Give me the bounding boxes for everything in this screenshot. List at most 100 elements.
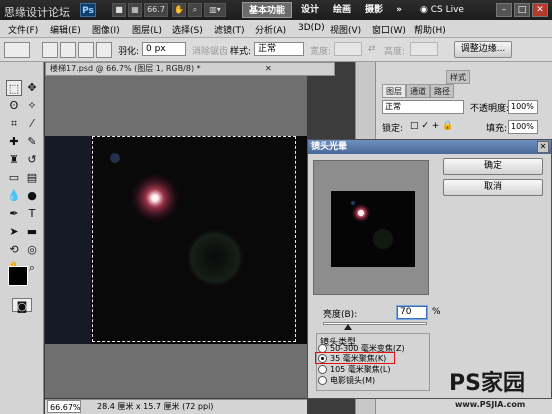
foreground-color-swatch[interactable] bbox=[8, 266, 28, 286]
dodge-tool-icon[interactable]: ● bbox=[24, 188, 40, 204]
rect-marquee-tool-icon[interactable]: ⬚ bbox=[6, 80, 22, 96]
menu-filter[interactable]: 滤镜(T) bbox=[214, 23, 245, 36]
feather-label: 羽化: bbox=[118, 47, 140, 57]
menu-view[interactable]: 视图(V) bbox=[330, 23, 361, 36]
zoom-level-display[interactable]: 66.7 bbox=[144, 3, 168, 17]
close-button[interactable]: ✕ bbox=[532, 3, 548, 17]
maximize-button[interactable]: □ bbox=[514, 3, 530, 17]
tab-channels[interactable]: 通道 bbox=[406, 84, 430, 98]
lock-label: 锁定: bbox=[382, 124, 404, 134]
close-document-icon[interactable]: ✕ bbox=[265, 63, 272, 75]
mini-bridge-icon[interactable]: ▦ bbox=[128, 3, 142, 17]
hand-tool-icon[interactable]: ✋ bbox=[172, 3, 186, 17]
swap-icon[interactable]: ⇄ bbox=[368, 44, 376, 54]
dialog-title: 镜头光晕 bbox=[308, 140, 551, 154]
pen-tool-icon[interactable]: ✒ bbox=[6, 206, 22, 222]
watermark-logo: PS家园 bbox=[449, 371, 525, 396]
lock-icons[interactable]: □ ✓ + 🔒 bbox=[410, 121, 453, 131]
tools-panel: ⬚ ✥ ʘ ✧ ⌗ ⁄ ✚ ✎ ♜ ↺ ▭ ▤ 💧 ● ✒ T ➤ ▬ ⟲ ◎ … bbox=[0, 62, 44, 414]
width-label: 宽度: bbox=[310, 47, 332, 57]
brightness-input[interactable]: 70 bbox=[396, 305, 428, 320]
workspace-paint-button[interactable]: 绘画 bbox=[328, 2, 356, 18]
gradient-tool-icon[interactable]: ▤ bbox=[24, 170, 40, 186]
subtract-selection-icon[interactable] bbox=[78, 42, 94, 58]
healing-brush-tool-icon[interactable]: ✚ bbox=[6, 134, 22, 150]
workspace-photo-button[interactable]: 摄影 bbox=[360, 2, 388, 18]
radio-icon[interactable] bbox=[318, 376, 327, 385]
refine-edge-button[interactable]: 调整边缘... bbox=[454, 41, 512, 58]
tab-paths[interactable]: 路径 bbox=[430, 84, 454, 98]
quick-select-tool-icon[interactable]: ✧ bbox=[24, 98, 40, 114]
menu-analysis[interactable]: 分析(A) bbox=[255, 23, 286, 36]
fill-input[interactable]: 100% bbox=[508, 120, 538, 134]
type-tool-icon[interactable]: T bbox=[24, 206, 40, 222]
width-input[interactable] bbox=[334, 42, 362, 56]
workspace-essentials-button[interactable]: 基本功能 bbox=[242, 2, 292, 18]
ok-button[interactable]: 确定 bbox=[443, 158, 543, 175]
antialias-checkbox[interactable]: 消除锯齿 bbox=[192, 44, 228, 57]
menu-bar: 文件(F) 编辑(E) 图像(I) 图层(L) 选择(S) 滤镜(T) 分析(A… bbox=[0, 20, 552, 38]
cancel-button[interactable]: 取消 bbox=[443, 179, 543, 196]
workspace-design-button[interactable]: 设计 bbox=[296, 2, 324, 18]
menu-edit[interactable]: 编辑(E) bbox=[50, 23, 81, 36]
arrange-documents-icon[interactable]: ▥▾ bbox=[204, 3, 226, 17]
preview-frame bbox=[313, 160, 429, 295]
add-selection-icon[interactable] bbox=[60, 42, 76, 58]
3d-rotate-tool-icon[interactable]: ⟲ bbox=[6, 242, 22, 258]
menu-select[interactable]: 选择(S) bbox=[172, 23, 203, 36]
menu-help[interactable]: 帮助(H) bbox=[414, 23, 446, 36]
zoom-tool-icon[interactable]: ⌕ bbox=[188, 3, 202, 17]
workspace-more-button[interactable]: » bbox=[392, 2, 406, 18]
eyedropper-tool-icon[interactable]: ⁄ bbox=[24, 116, 40, 132]
menu-file[interactable]: 文件(F) bbox=[8, 23, 38, 36]
zoom-status[interactable]: 66.67% bbox=[47, 400, 81, 413]
opacity-input[interactable]: 100% bbox=[508, 100, 538, 114]
height-input[interactable] bbox=[410, 42, 438, 56]
marquee-preset-icon[interactable] bbox=[4, 42, 30, 58]
crop-tool-icon[interactable]: ⌗ bbox=[6, 116, 22, 132]
brush-tool-icon[interactable]: ✎ bbox=[24, 134, 40, 150]
opacity-label: 不透明度: bbox=[470, 104, 510, 114]
status-bar: 66.67% 28.4 厘米 x 15.7 厘米 (72 ppi) bbox=[45, 399, 307, 414]
path-select-tool-icon[interactable]: ➤ bbox=[6, 224, 22, 240]
radio-icon[interactable] bbox=[318, 365, 327, 374]
preview-image[interactable] bbox=[331, 191, 415, 267]
feather-input[interactable]: 0 px bbox=[142, 42, 186, 56]
blend-mode-select[interactable]: 正常 bbox=[382, 100, 464, 114]
intersect-selection-icon[interactable] bbox=[96, 42, 112, 58]
menu-image[interactable]: 图像(I) bbox=[92, 23, 120, 36]
blur-tool-icon[interactable]: 💧 bbox=[6, 188, 22, 204]
brightness-slider[interactable] bbox=[323, 322, 427, 325]
shape-tool-icon[interactable]: ▬ bbox=[24, 224, 40, 240]
tab-styles[interactable]: 样式 bbox=[446, 70, 470, 84]
preview-flare-icon bbox=[351, 201, 393, 249]
brightness-label: 亮度(B): bbox=[323, 310, 358, 320]
quick-mask-icon[interactable]: ◙ bbox=[12, 298, 32, 313]
new-selection-icon[interactable] bbox=[42, 42, 58, 58]
watermark-url: www.PSJIA.com bbox=[455, 400, 526, 409]
cs-live-icon: ◉ bbox=[420, 5, 431, 15]
lens-option-movie[interactable]: 电影镜头(M) bbox=[318, 375, 375, 386]
document-tab[interactable]: 楼梯17.psd @ 66.7% (图层 1, RGB/8) * ✕ bbox=[45, 62, 335, 76]
tab-layers[interactable]: 图层 bbox=[382, 84, 406, 98]
menu-3d[interactable]: 3D(D) bbox=[298, 23, 325, 33]
lens-option-105mm[interactable]: 105 毫米聚焦(L) bbox=[318, 364, 391, 375]
clone-stamp-tool-icon[interactable]: ♜ bbox=[6, 152, 22, 168]
title-bar: 思缘设计论坛 Ps ■ ▦ 66.7 ✋ ⌕ ▥▾ 基本功能 设计 绘画 摄影 … bbox=[0, 0, 552, 20]
document-size-status: 28.4 厘米 x 15.7 厘米 (72 ppi) bbox=[97, 402, 214, 411]
menu-layer[interactable]: 图层(L) bbox=[132, 23, 162, 36]
brightness-slider-thumb[interactable] bbox=[344, 324, 352, 330]
dialog-close-icon[interactable]: ✕ bbox=[537, 141, 549, 153]
menu-window[interactable]: 窗口(W) bbox=[372, 23, 406, 36]
cs-live-button[interactable]: ◉ CS Live bbox=[420, 3, 464, 17]
style-select[interactable]: 正常 bbox=[254, 42, 304, 56]
eraser-tool-icon[interactable]: ▭ bbox=[6, 170, 22, 186]
3d-orbit-tool-icon[interactable]: ◎ bbox=[24, 242, 40, 258]
bridge-icon[interactable]: ■ bbox=[112, 3, 126, 17]
move-tool-icon[interactable]: ✥ bbox=[24, 80, 40, 96]
lens-flare-dialog: 镜头光晕 ✕ 确定 取消 亮度(B): 70 % 镜头类型 50-300 毫米变… bbox=[307, 139, 552, 399]
minimize-button[interactable]: – bbox=[496, 3, 512, 17]
selection-marquee bbox=[92, 136, 296, 342]
lasso-tool-icon[interactable]: ʘ bbox=[6, 98, 22, 114]
history-brush-tool-icon[interactable]: ↺ bbox=[24, 152, 40, 168]
